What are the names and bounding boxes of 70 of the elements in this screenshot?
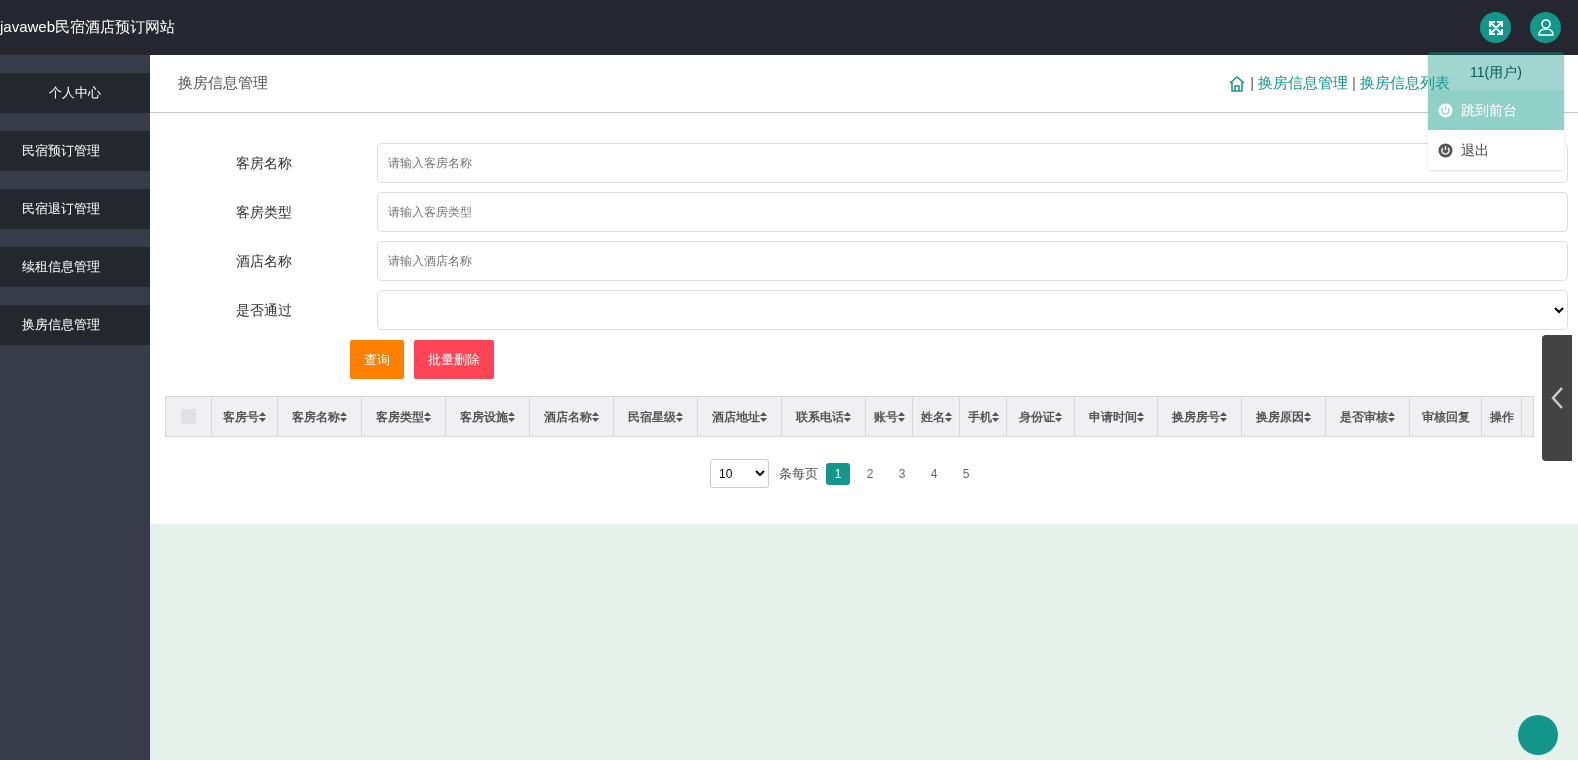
column-header[interactable]: 客房号 [212,397,278,436]
input-field[interactable]: 请输入酒店名称 [377,241,1568,281]
expand-arrows-icon [1487,19,1504,36]
select-field[interactable] [377,290,1568,330]
sidebar-item[interactable]: 换房信息管理 [0,305,150,345]
site-title: javaweb民宿酒店预订网站 [0,17,176,38]
sort-icon [592,411,599,422]
batch-delete-button[interactable]: 批量删除 [414,340,494,379]
sort-icon [897,411,905,422]
breadcrumb-link[interactable]: 换房信息管理 [1258,72,1349,95]
column-header[interactable]: 酒店名称 [530,397,614,436]
user-icon [1537,19,1554,36]
column-header[interactable]: 姓名 [913,397,960,436]
column-header[interactable]: 换房原因 [1242,397,1326,436]
sort-icon [760,411,767,422]
sort-icon [676,411,683,422]
column-header[interactable]: 客房设施 [446,397,530,436]
sort-icon [1304,411,1311,422]
sort-icon [424,411,431,422]
field-label: 客房类型 [234,202,293,222]
sort-icon [944,411,952,422]
page-button[interactable]: 5 [954,462,978,485]
page-button[interactable]: 4 [922,462,946,485]
sidebar-item[interactable]: 民宿预订管理 [0,131,150,171]
menu-item[interactable]: 退出 [1428,130,1564,170]
sort-icon [1136,411,1144,422]
column-header: 操作 [1482,397,1522,436]
column-header[interactable]: 酒店地址 [698,397,782,436]
fullscreen-button[interactable] [1480,12,1511,43]
sort-icon [844,411,851,422]
sidebar-item[interactable]: 民宿退订管理 [0,189,150,229]
side-panel-toggle[interactable] [1542,335,1572,461]
sort-icon [508,411,515,422]
column-header[interactable]: 身份证 [1007,397,1075,436]
per-page-label: 条每页 [779,464,818,483]
field-label: 酒店名称 [234,251,293,271]
home-icon[interactable] [1228,74,1247,93]
column-header: 审核回复 [1410,397,1482,436]
page-button[interactable]: 1 [826,462,850,485]
column-header[interactable]: 换房房号 [1158,397,1242,436]
breadcrumb-separator: | [1352,73,1356,94]
sort-icon [991,411,999,422]
back-to-top-button[interactable] [1518,715,1558,755]
column-header[interactable]: 账号 [866,397,913,436]
page-button[interactable]: 2 [858,462,882,485]
sidebar-item[interactable]: 续租信息管理 [0,247,150,287]
column-header[interactable]: 是否审核 [1326,397,1410,436]
page-size-select[interactable]: 10 [710,459,769,488]
sort-icon [340,411,347,422]
page-button[interactable]: 3 [890,462,914,485]
field-label: 是否通过 [234,300,293,320]
sort-icon [1220,411,1227,422]
page-title: 换房信息管理 [178,73,268,94]
input-field[interactable]: 请输入客房类型 [377,192,1568,232]
sidebar-item[interactable]: 个人中心 [0,73,150,113]
column-header[interactable]: 申请时间 [1075,397,1158,436]
chevron-left-icon [1551,387,1563,409]
column-header[interactable]: 客房类型 [362,397,446,436]
power-icon [1438,142,1453,158]
column-header[interactable]: 联系电话 [782,397,866,436]
column-header[interactable]: 民宿星级 [614,397,698,436]
field-label: 客房名称 [234,153,293,173]
column-header[interactable]: 客房名称 [278,397,362,436]
power-icon [1438,102,1453,118]
sort-icon [259,411,266,422]
column-header[interactable]: 手机 [960,397,1007,436]
sort-icon [1388,411,1395,422]
breadcrumb-separator: | [1250,73,1255,94]
sort-icon [1055,411,1062,422]
user-avatar-button[interactable] [1530,12,1561,43]
